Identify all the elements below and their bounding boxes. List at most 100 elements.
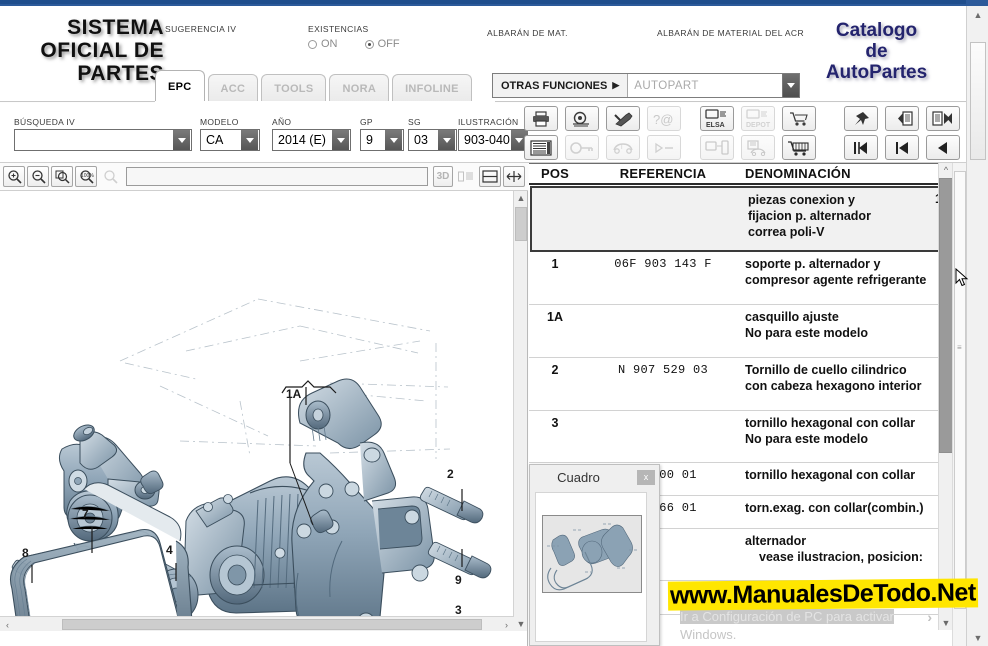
cart-add-icon[interactable]	[782, 106, 816, 131]
table-row[interactable]: 1 06F 903 143 F soporte p. alternador y …	[529, 252, 952, 305]
cuadro-popup-window[interactable]: Cuadro x	[529, 464, 660, 646]
page-back-icon[interactable]	[885, 106, 919, 131]
existencias-radio-group[interactable]: ON OFF	[308, 38, 424, 52]
zoom-out-icon[interactable]	[27, 166, 49, 187]
viewer-vertical-scrollbar[interactable]: ▲ ▼	[513, 191, 527, 631]
modelo-select[interactable]: CA	[200, 129, 260, 151]
field-modelo[interactable]: MODELO CA	[200, 117, 260, 151]
viewer-scroll-right-icon[interactable]: ›	[499, 617, 514, 632]
field-ano[interactable]: AÑO 2014 (E)	[272, 117, 351, 151]
close-icon[interactable]: x	[637, 470, 655, 485]
illustration-canvas[interactable]: 1A 2 7 4 8 9 3 5 6	[0, 191, 514, 631]
gp-dropdown-icon[interactable]	[385, 130, 402, 150]
back-triangle-icon[interactable]	[926, 135, 960, 160]
cart-icon[interactable]	[782, 135, 816, 160]
otras-funciones-label-wrap[interactable]: OTRAS FUNCIONES ▶	[493, 74, 627, 97]
split-view-icon[interactable]	[479, 166, 501, 187]
cuadro-thumbnail[interactable]	[542, 515, 642, 593]
main-tab-bar[interactable]: EPC ACC TOOLS NORA INFOLINE	[155, 70, 472, 102]
list-lines-icon[interactable]	[524, 135, 558, 160]
table-scroll-up-icon[interactable]: ^	[939, 163, 953, 177]
sg-dropdown-icon[interactable]	[438, 130, 455, 150]
ilustracion-select[interactable]: 903-040	[458, 129, 526, 151]
grid-icon[interactable]	[455, 166, 477, 187]
den-line-2: compresor agente refrigerante	[745, 273, 926, 287]
ano-select[interactable]: 2014 (E)	[272, 129, 351, 151]
window-scroll-up-icon[interactable]: ▲	[969, 6, 987, 23]
zoom-in-icon[interactable]	[3, 166, 25, 187]
elsa-monitor-icon[interactable]: ELSA	[700, 106, 734, 131]
zoom-100-icon[interactable]: 100%	[75, 166, 97, 187]
viewer-search-input[interactable]	[126, 167, 428, 186]
viewer-scroll-up-icon[interactable]: ▲	[514, 191, 528, 205]
window-vertical-scrollbar[interactable]: ▲ ▼	[966, 6, 988, 646]
cell-den: alternador vease ilustracion, posicion:	[745, 533, 938, 565]
cell-ref: 06F 903 143 F	[581, 256, 745, 271]
window-scroll-thumb[interactable]	[970, 42, 986, 160]
first-page-icon[interactable]	[844, 135, 878, 160]
den-line-1: soporte p. alternador y	[745, 257, 880, 271]
modelo-dropdown-icon[interactable]	[241, 130, 258, 150]
tab-acc[interactable]: ACC	[208, 74, 259, 102]
action-toolbar: ?@ ELSA DEPOT i	[524, 104, 966, 162]
panel-outer-scroll-thumb[interactable]	[954, 171, 966, 609]
cuadro-titlebar[interactable]: Cuadro x	[530, 465, 659, 489]
viewer-toolbar: 100% 3D	[0, 163, 528, 191]
viewer-vscroll-thumb[interactable]	[515, 207, 527, 241]
site-watermark: www.ManualesDeTodo.Net	[668, 578, 978, 610]
sg-value: 03	[409, 133, 428, 147]
panel-outer-scrollbar[interactable]: ≡	[952, 163, 966, 646]
cell-ref	[584, 192, 748, 193]
btn-3d[interactable]: 3D	[433, 166, 453, 187]
parts-table-header: POS REFERENCIA DENOMINACIÓN N	[529, 163, 952, 185]
field-busqueda[interactable]: BÚSQUEDA IV	[14, 117, 192, 151]
fit-width-icon[interactable]	[503, 166, 525, 187]
tab-epc[interactable]: EPC	[155, 70, 205, 102]
viewer-scroll-left-icon[interactable]: ‹	[0, 617, 15, 632]
gp-select[interactable]: 9	[360, 129, 404, 151]
tire-wheel-icon[interactable]	[565, 106, 599, 131]
scrollbar-grip-icon: ≡	[957, 343, 962, 352]
table-row[interactable]: 1A casquillo ajuste No para este modelo	[529, 305, 952, 358]
zoom-region-icon[interactable]	[51, 166, 73, 187]
radio-on-icon[interactable]	[308, 40, 317, 49]
table-vscroll-thumb[interactable]	[939, 178, 953, 453]
app-header: SISTEMA OFICIAL DE PARTES SUGERENCIA IV …	[0, 6, 966, 102]
radio-off-icon[interactable]	[365, 40, 374, 49]
autopart-select[interactable]: AUTOPART	[627, 74, 799, 97]
modelo-label: MODELO	[200, 117, 260, 127]
busqueda-dropdown-icon[interactable]	[173, 130, 190, 150]
prev-page-icon[interactable]	[885, 135, 919, 160]
table-row[interactable]: 2 N 907 529 03 Tornillo de cuello cilind…	[529, 358, 952, 411]
window-scroll-down-icon[interactable]: ▼	[969, 629, 987, 646]
table-row[interactable]: 3 tornillo hexagonal con collar No para …	[529, 411, 952, 463]
svg-text:ELSA: ELSA	[706, 122, 725, 128]
busqueda-select[interactable]	[14, 129, 192, 151]
existencias-off-option[interactable]: OFF	[365, 38, 400, 50]
viewer-hscroll-thumb[interactable]	[62, 619, 482, 630]
tab-tools[interactable]: TOOLS	[261, 74, 326, 102]
sg-label: SG	[408, 117, 457, 127]
existencias-on-option[interactable]: ON	[308, 38, 338, 50]
viewer-scroll-down-icon[interactable]: ▼	[514, 617, 528, 631]
tab-nora[interactable]: NORA	[329, 74, 389, 102]
otras-funciones-control[interactable]: OTRAS FUNCIONES ▶ AUTOPART	[492, 73, 800, 98]
ano-dropdown-icon[interactable]	[332, 130, 349, 150]
key-icon	[565, 135, 599, 160]
sg-select[interactable]: 03	[408, 129, 457, 151]
print-icon[interactable]	[524, 106, 558, 131]
page-forward-icon[interactable]	[926, 106, 960, 131]
table-vertical-scrollbar[interactable]: ^ ▼	[938, 163, 952, 630]
field-sg[interactable]: SG 03	[408, 117, 457, 151]
tab-infoline[interactable]: INFOLINE	[392, 74, 472, 102]
field-gp[interactable]: GP 9	[360, 117, 404, 151]
existencias-label: EXISTENCIAS	[308, 24, 369, 34]
autopart-dropdown-icon[interactable]	[782, 74, 799, 97]
callout-9: 9	[455, 573, 462, 587]
pin-icon[interactable]	[844, 106, 878, 131]
table-row-group[interactable]: piezas conexion y fijacion p. alternador…	[530, 186, 951, 252]
viewer-horizontal-scrollbar[interactable]: ‹ ›	[0, 616, 514, 631]
ano-value: 2014 (E)	[273, 133, 326, 147]
field-ilustracion[interactable]: ILUSTRACIÓN 903-040	[458, 117, 526, 151]
tools-icon[interactable]	[606, 106, 640, 131]
